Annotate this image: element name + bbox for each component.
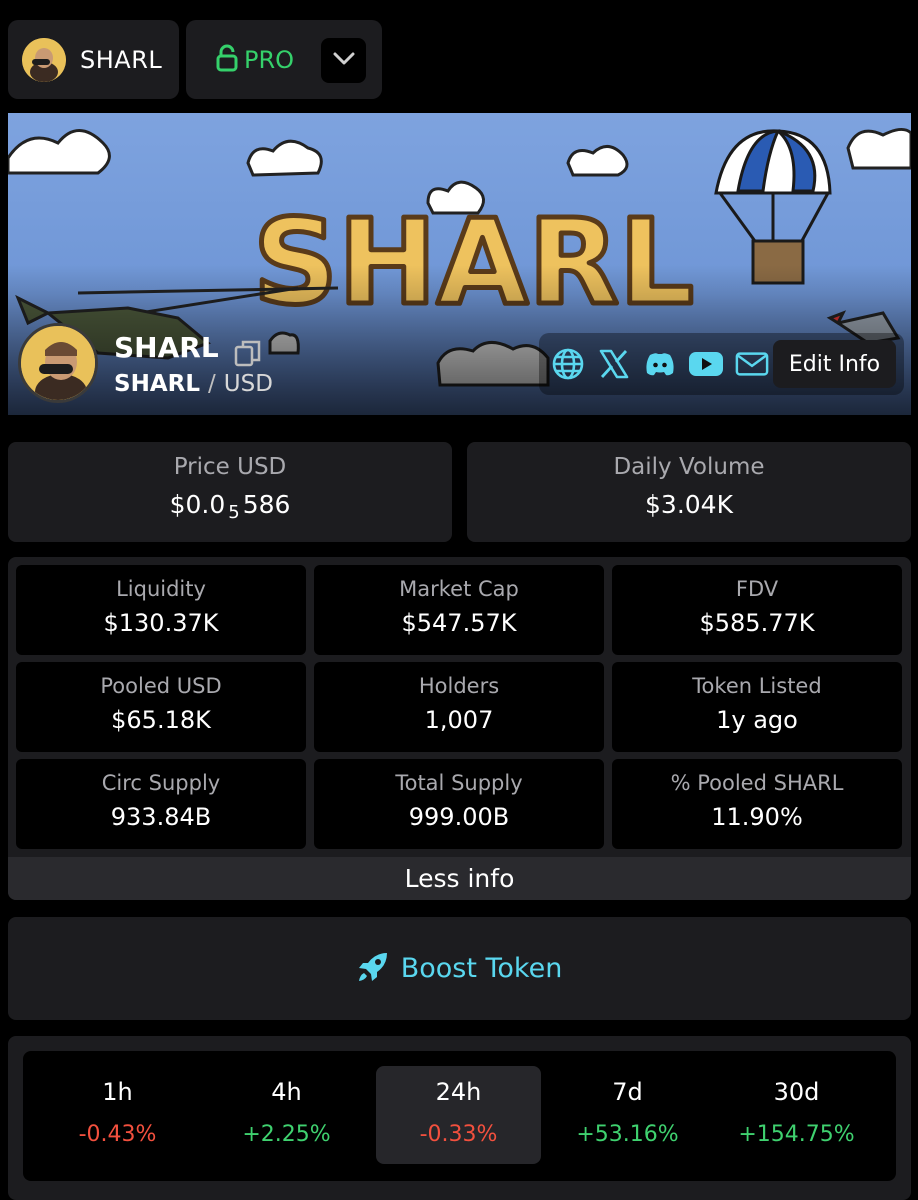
stat-label: Circ Supply [101, 771, 221, 795]
chevron-down-icon [333, 51, 355, 70]
youtube-icon[interactable] [689, 347, 723, 381]
timeframe-tabs: 1h -0.43% 4h +2.25% 24h -0.33% 7d +53.16… [23, 1051, 896, 1181]
stat-label: Pooled USD [100, 674, 222, 698]
tab-4h[interactable]: 4h +2.25% [204, 1066, 369, 1164]
tab-period: 4h [271, 1078, 302, 1106]
tab-1h[interactable]: 1h -0.43% [35, 1066, 200, 1164]
tab-7d[interactable]: 7d +53.16% [545, 1066, 710, 1164]
pair-quote: USD [223, 371, 273, 397]
stat-circ-supply: Circ Supply 933.84B [16, 759, 306, 849]
trading-pair: SHARL / USD [114, 371, 273, 397]
token-avatar [22, 37, 66, 82]
copy-icon[interactable] [234, 339, 262, 371]
stat-liquidity: Liquidity $130.37K [16, 565, 306, 655]
price-usd-card: Price USD $0.0 5 586 [8, 442, 452, 542]
stat-value: 1y ago [716, 706, 798, 734]
stat-label: Liquidity [116, 577, 206, 601]
tab-24h[interactable]: 24h -0.33% [376, 1066, 541, 1164]
pro-chip[interactable]: PRO [186, 20, 382, 99]
price-usd-label: Price USD [173, 454, 287, 480]
stat-value: $130.37K [103, 609, 219, 637]
stat-value: $65.18K [111, 706, 211, 734]
stat-token-listed: Token Listed 1y ago [612, 662, 902, 752]
tab-change: +154.75% [738, 1122, 855, 1147]
tab-30d[interactable]: 30d +154.75% [714, 1066, 879, 1164]
tab-change: -0.43% [78, 1122, 157, 1147]
price-prefix: $0.0 [169, 490, 226, 519]
stat-total-supply: Total Supply 999.00B [314, 759, 604, 849]
tab-change: -0.33% [419, 1122, 498, 1147]
stat-fdv: FDV $585.77K [612, 565, 902, 655]
stat-label: Holders [418, 674, 500, 698]
tab-change: +53.16% [576, 1122, 679, 1147]
daily-volume-card: Daily Volume $3.04K [467, 442, 911, 542]
tab-change: +2.25% [242, 1122, 331, 1147]
stat-market-cap: Market Cap $547.57K [314, 565, 604, 655]
stat-value: $547.57K [401, 609, 517, 637]
mail-icon[interactable] [735, 347, 769, 381]
price-usd-value: $0.0 5 586 [8, 490, 452, 523]
stat-value: 1,007 [424, 706, 494, 734]
edit-info-button[interactable]: Edit Info [773, 340, 896, 388]
price-change-panel: 1h -0.43% 4h +2.25% 24h -0.33% 7d +53.16… [8, 1036, 911, 1200]
boost-token-label: Boost Token [400, 953, 563, 984]
pro-dropdown-button[interactable] [321, 38, 366, 83]
pair-separator: / [208, 371, 216, 397]
pro-label: PRO [244, 45, 295, 74]
stat-value: 11.90% [711, 803, 803, 831]
social-links-bar: Edit Info [539, 333, 904, 395]
daily-volume-value: $3.04K [645, 490, 733, 519]
price-zero-count: 5 [228, 502, 240, 523]
stat-pooled-token: % Pooled SHARL 11.90% [612, 759, 902, 849]
less-info-button[interactable]: Less info [8, 857, 911, 900]
pair-base: SHARL [114, 371, 200, 397]
token-selector-chip[interactable]: SHARL [8, 20, 179, 99]
rocket-icon [357, 951, 389, 987]
token-chip-label: SHARL [80, 45, 163, 74]
token-banner: SHARL SHARL SHARL / USD Edit Info [8, 113, 911, 415]
x-icon[interactable] [597, 347, 631, 381]
lock-icon [216, 44, 238, 76]
stat-value: 999.00B [408, 803, 510, 831]
daily-volume-label: Daily Volume [613, 454, 765, 480]
tab-period: 30d [773, 1078, 820, 1106]
tab-period: 7d [612, 1078, 643, 1106]
stat-label: Token Listed [692, 674, 822, 698]
token-stats-panel: Liquidity $130.37K Market Cap $547.57K F… [8, 557, 911, 900]
tab-period: 1h [102, 1078, 133, 1106]
stat-pooled-usd: Pooled USD $65.18K [16, 662, 306, 752]
token-name: SHARL [114, 331, 219, 364]
stat-value: 933.84B [110, 803, 212, 831]
stat-holders: Holders 1,007 [314, 662, 604, 752]
stat-label: FDV [735, 577, 779, 601]
discord-icon[interactable] [643, 347, 677, 381]
banner-token-avatar [18, 323, 98, 403]
stat-label: Market Cap [399, 577, 519, 601]
stat-label: Total Supply [395, 771, 523, 795]
stat-value: $585.77K [699, 609, 815, 637]
stat-label: % Pooled SHARL [670, 771, 844, 795]
globe-icon[interactable] [551, 347, 585, 381]
price-digits: 586 [242, 490, 291, 519]
tab-period: 24h [435, 1078, 482, 1106]
boost-token-button[interactable]: Boost Token [8, 917, 911, 1020]
